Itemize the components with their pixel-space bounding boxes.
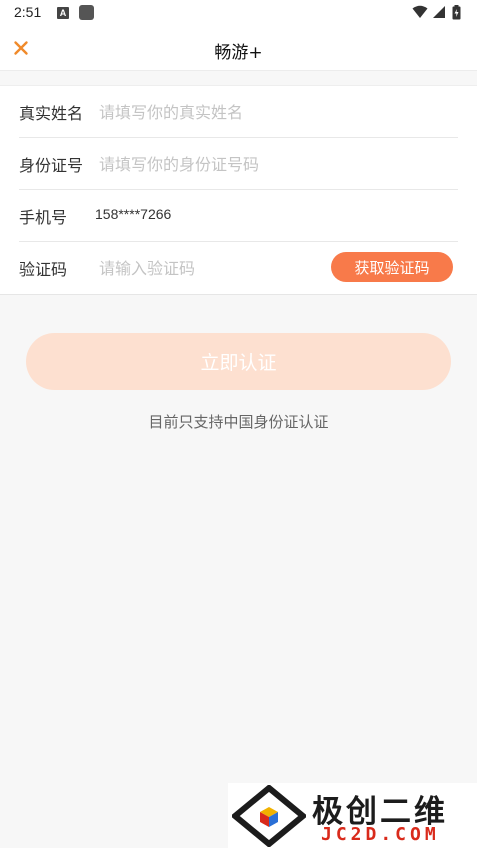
phone-value: 158****7266 [95, 206, 172, 222]
battery-icon [452, 5, 461, 20]
a-notification-icon: A [57, 7, 69, 19]
real-name-row: 真实姓名 [19, 86, 458, 138]
get-code-button[interactable]: 获取验证码 [331, 252, 453, 282]
watermark: 极创二维 JC2D.COM [228, 783, 477, 848]
status-bar: 2:51 A [0, 0, 477, 26]
verification-form: 真实姓名 身份证号 手机号 158****7266 验证码 获取验证码 [0, 85, 477, 295]
verification-code-label: 验证码 [19, 260, 68, 279]
id-number-input[interactable] [99, 150, 319, 178]
verification-code-row: 验证码 获取验证码 [19, 242, 458, 294]
id-number-row: 身份证号 [19, 138, 458, 190]
watermark-subtitle: JC2D.COM [321, 824, 440, 845]
id-number-label: 身份证号 [19, 156, 84, 175]
watermark-logo-icon [232, 785, 306, 847]
wifi-icon [412, 5, 428, 18]
phone-row: 手机号 158****7266 [19, 190, 458, 242]
page-title: 畅游+ [214, 43, 263, 63]
real-name-label: 真实姓名 [19, 104, 84, 123]
status-time: 2:51 [14, 4, 42, 20]
app-notification-icon [79, 5, 94, 20]
signal-icon [433, 6, 445, 18]
app-header: 畅游+ [0, 26, 477, 71]
notice-text: 目前只支持中国身份证认证 [148, 413, 329, 431]
real-name-input[interactable] [99, 98, 319, 126]
phone-label: 手机号 [19, 208, 68, 227]
submit-button[interactable]: 立即认证 [26, 333, 451, 390]
verification-code-input[interactable] [99, 254, 299, 282]
